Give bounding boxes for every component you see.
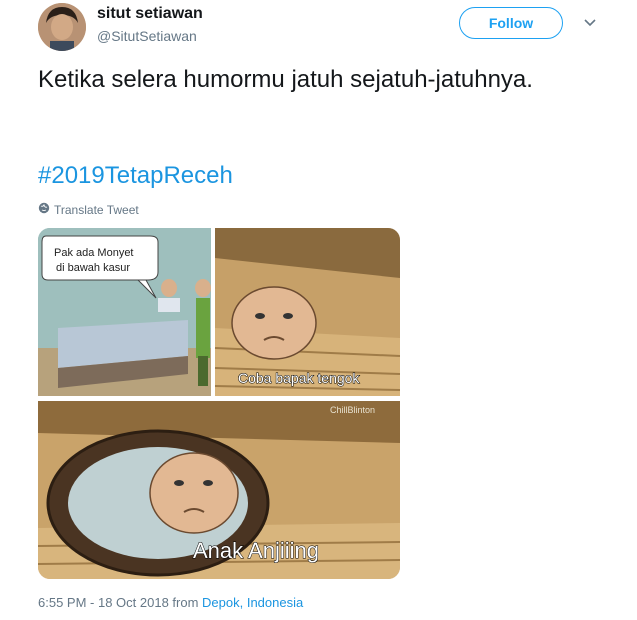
hashtag-link[interactable]: #2019TetapReceh <box>38 160 233 192</box>
translate-label: Translate Tweet <box>54 202 139 217</box>
bubble-line-1: Pak ada Monyet <box>54 247 134 259</box>
caption-bottom: Anak Anjiiing <box>193 538 319 563</box>
translate-tweet[interactable]: Translate Tweet <box>38 202 139 217</box>
meme-panel-2: Coba bapak tengok <box>214 228 400 396</box>
follow-button[interactable]: Follow <box>459 7 563 39</box>
caption-middle: Coba bapak tengok <box>238 370 360 386</box>
avatar[interactable] <box>38 3 86 51</box>
tweet-media[interactable]: Pak ada Monyet di bawah kasur Coba bapak… <box>38 228 400 579</box>
globe-icon <box>38 202 50 217</box>
tweet-text: Ketika selera humormu jatuh sejatuh-jatu… <box>38 66 533 93</box>
location-link[interactable]: Depok, Indonesia <box>202 595 303 610</box>
meme-panel-1: Pak ada Monyet di bawah kasur <box>38 228 211 396</box>
handle[interactable]: @SitutSetiawan <box>97 28 197 44</box>
meme-panel-3: ChillBlinton Anak Anjiiing <box>38 401 400 579</box>
tweet-timestamp: 6:55 PM - 18 Oct 2018 from Depok, Indone… <box>38 595 303 610</box>
display-name[interactable]: situt setiawan <box>97 5 203 23</box>
chevron-down-icon[interactable] <box>582 15 598 31</box>
timestamp-text[interactable]: 6:55 PM - 18 Oct 2018 from <box>38 595 202 610</box>
watermark: ChillBlinton <box>330 405 375 415</box>
bubble-line-2: di bawah kasur <box>56 262 130 274</box>
